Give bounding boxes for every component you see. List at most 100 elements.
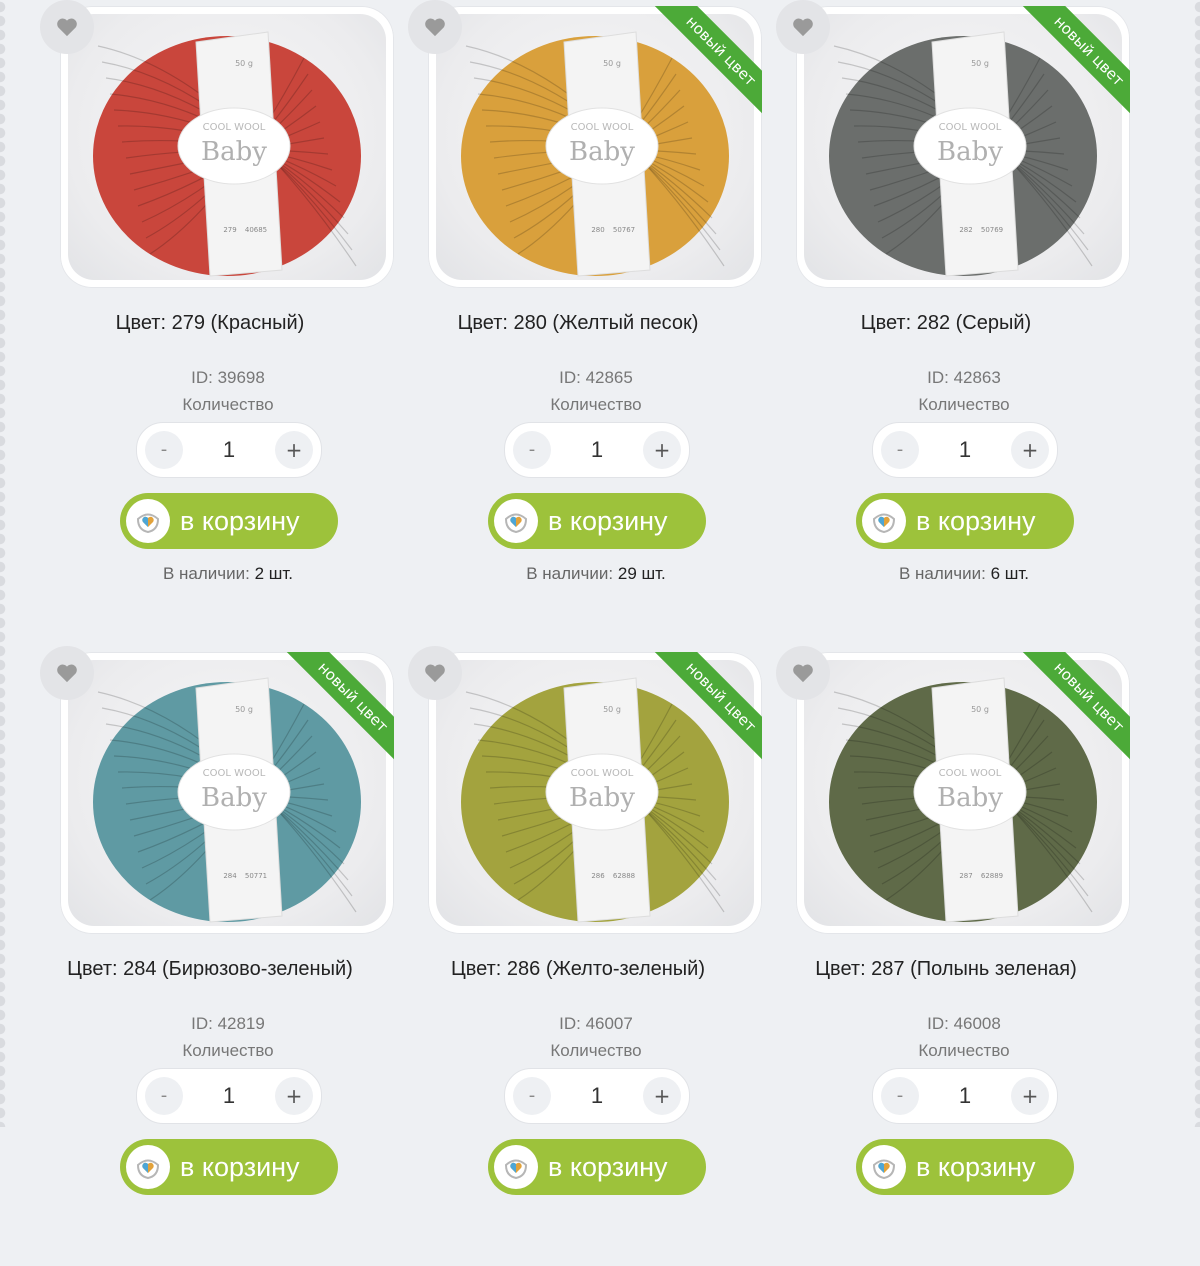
quantity-increase-button[interactable]: + <box>275 431 313 469</box>
product-title[interactable]: Цвет: 284 (Бирюзово-зеленый) <box>0 958 420 981</box>
quantity-increase-button[interactable]: + <box>275 1077 313 1115</box>
favorite-button[interactable] <box>408 646 462 700</box>
add-to-cart-label: в корзину <box>548 506 668 536</box>
quantity-decrease-button[interactable]: - <box>881 1077 919 1115</box>
quantity-input[interactable]: 1 <box>929 423 1001 477</box>
yarn-weight-text: 50 g <box>971 59 989 68</box>
yarn-brand-text: COOL WOOL <box>203 122 266 133</box>
quantity-decrease-button[interactable]: - <box>881 431 919 469</box>
heart-icon <box>793 664 813 683</box>
yarn-ball-image: COOL WOOL Baby 50 g 279 40685 <box>93 31 361 277</box>
basket-heart-icon <box>862 1145 906 1189</box>
heart-icon <box>57 664 77 683</box>
yarn-weight-text: 50 g <box>235 705 253 714</box>
heart-icon <box>57 18 77 37</box>
quantity-stepper: - 1 + <box>136 422 322 478</box>
quantity-increase-button[interactable]: + <box>1011 1077 1049 1115</box>
yarn-shade-text: 280 <box>591 226 604 234</box>
yarn-name-text: Baby <box>569 137 635 167</box>
quantity-label: Количество <box>182 395 274 414</box>
favorite-button[interactable] <box>776 0 830 54</box>
favorite-button[interactable] <box>40 646 94 700</box>
yarn-shade-text: 282 <box>959 226 972 234</box>
quantity-stepper: - 1 + <box>872 1068 1058 1124</box>
quantity-label: Количество <box>550 1041 642 1060</box>
favorite-button[interactable] <box>776 646 830 700</box>
quantity-input[interactable]: 1 <box>929 1069 1001 1123</box>
stock-count: 2 шт. <box>254 564 294 583</box>
quantity-label: Количество <box>918 1041 1010 1060</box>
product-card: COOL WOOL Baby 50 g 279 40685 новый цвет… <box>40 0 394 620</box>
yarn-lot-text: 40685 <box>245 226 267 234</box>
yarn-name-text: Baby <box>201 137 267 167</box>
quantity-label: Количество <box>550 395 642 414</box>
product-image-frame[interactable]: COOL WOOL Baby 50 g 287 62889 новый цвет <box>796 652 1130 934</box>
add-to-cart-button[interactable]: в корзину <box>488 493 706 549</box>
favorite-button[interactable] <box>408 0 462 54</box>
new-color-ribbon: новый цвет <box>642 652 762 772</box>
stock-status: В наличии: 6 шт. <box>776 564 1152 584</box>
quantity-stepper: - 1 + <box>504 422 690 478</box>
yarn-weight-text: 50 g <box>603 705 621 714</box>
quantity-input[interactable]: 1 <box>193 423 265 477</box>
stock-status: В наличии: 29 шт. <box>408 564 784 584</box>
quantity-label: Количество <box>182 1041 274 1060</box>
product-card: COOL WOOL Baby 50 g 282 50769 новый цвет… <box>776 0 1130 620</box>
new-color-label: новый цвет <box>1018 652 1130 768</box>
product-title[interactable]: Цвет: 286 (Желто-зеленый) <box>368 958 788 981</box>
add-to-cart-label: в корзину <box>548 1152 668 1182</box>
yarn-lot-text: 62888 <box>613 872 635 880</box>
quantity-decrease-button[interactable]: - <box>513 431 551 469</box>
product-title[interactable]: Цвет: 287 (Полынь зеленая) <box>736 958 1156 981</box>
quantity-input[interactable]: 1 <box>561 1069 633 1123</box>
product-id: ID: 46008 <box>927 1014 1001 1033</box>
add-to-cart-button[interactable]: в корзину <box>856 1139 1074 1195</box>
product-image[interactable]: COOL WOOL Baby 50 g 279 40685 <box>68 14 386 280</box>
yarn-shade-text: 279 <box>223 226 236 234</box>
quantity-decrease-button[interactable]: - <box>145 431 183 469</box>
product-image-frame[interactable]: COOL WOOL Baby 50 g 284 50771 новый цвет <box>60 652 394 934</box>
quantity-stepper: - 1 + <box>504 1068 690 1124</box>
stock-status: В наличии: 2 шт. <box>40 564 416 584</box>
add-to-cart-button[interactable]: в корзину <box>120 1139 338 1195</box>
yarn-weight-text: 50 g <box>235 59 253 68</box>
stock-count: 6 шт. <box>990 564 1030 583</box>
add-to-cart-button[interactable]: в корзину <box>856 493 1074 549</box>
product-image-frame[interactable]: COOL WOOL Baby 50 g 286 62888 новый цвет <box>428 652 762 934</box>
new-color-ribbon: новый цвет <box>1010 6 1130 126</box>
yarn-lot-text: 50769 <box>981 226 1003 234</box>
add-to-cart-label: в корзину <box>180 506 300 536</box>
product-id: ID: 42819 <box>191 1014 265 1033</box>
product-image-frame[interactable]: COOL WOOL Baby 50 g 279 40685 новый цвет <box>60 6 394 288</box>
product-card: COOL WOOL Baby 50 g 284 50771 новый цвет… <box>40 646 394 1266</box>
product-title[interactable]: Цвет: 282 (Серый) <box>736 312 1156 335</box>
yarn-shade-text: 284 <box>223 872 237 880</box>
quantity-decrease-button[interactable]: - <box>145 1077 183 1115</box>
product-image-frame[interactable]: COOL WOOL Baby 50 g 282 50769 новый цвет <box>796 6 1130 288</box>
basket-heart-icon <box>494 499 538 543</box>
product-image-frame[interactable]: COOL WOOL Baby 50 g 280 50767 новый цвет <box>428 6 762 288</box>
yarn-shade-text: 286 <box>591 872 605 880</box>
yarn-name-text: Baby <box>937 137 1003 167</box>
quantity-increase-button[interactable]: + <box>1011 431 1049 469</box>
favorite-button[interactable] <box>40 0 94 54</box>
new-color-label: новый цвет <box>282 652 394 768</box>
add-to-cart-button[interactable]: в корзину <box>488 1139 706 1195</box>
quantity-input[interactable]: 1 <box>561 423 633 477</box>
product-card: COOL WOOL Baby 50 g 287 62889 новый цвет… <box>776 646 1130 1266</box>
quantity-increase-button[interactable]: + <box>643 1077 681 1115</box>
yarn-name-text: Baby <box>201 783 267 813</box>
product-card: COOL WOOL Baby 50 g 286 62888 новый цвет… <box>408 646 762 1266</box>
quantity-input[interactable]: 1 <box>193 1069 265 1123</box>
heart-icon <box>425 18 445 37</box>
new-color-label: новый цвет <box>650 6 762 122</box>
yarn-brand-text: COOL WOOL <box>939 768 1002 779</box>
yarn-brand-text: COOL WOOL <box>939 122 1002 133</box>
product-id: ID: 42865 <box>559 368 633 387</box>
add-to-cart-button[interactable]: в корзину <box>120 493 338 549</box>
product-title[interactable]: Цвет: 280 (Желтый песок) <box>368 312 788 335</box>
quantity-decrease-button[interactable]: - <box>513 1077 551 1115</box>
product-title[interactable]: Цвет: 279 (Красный) <box>0 312 420 335</box>
new-color-ribbon: новый цвет <box>642 6 762 126</box>
quantity-increase-button[interactable]: + <box>643 431 681 469</box>
